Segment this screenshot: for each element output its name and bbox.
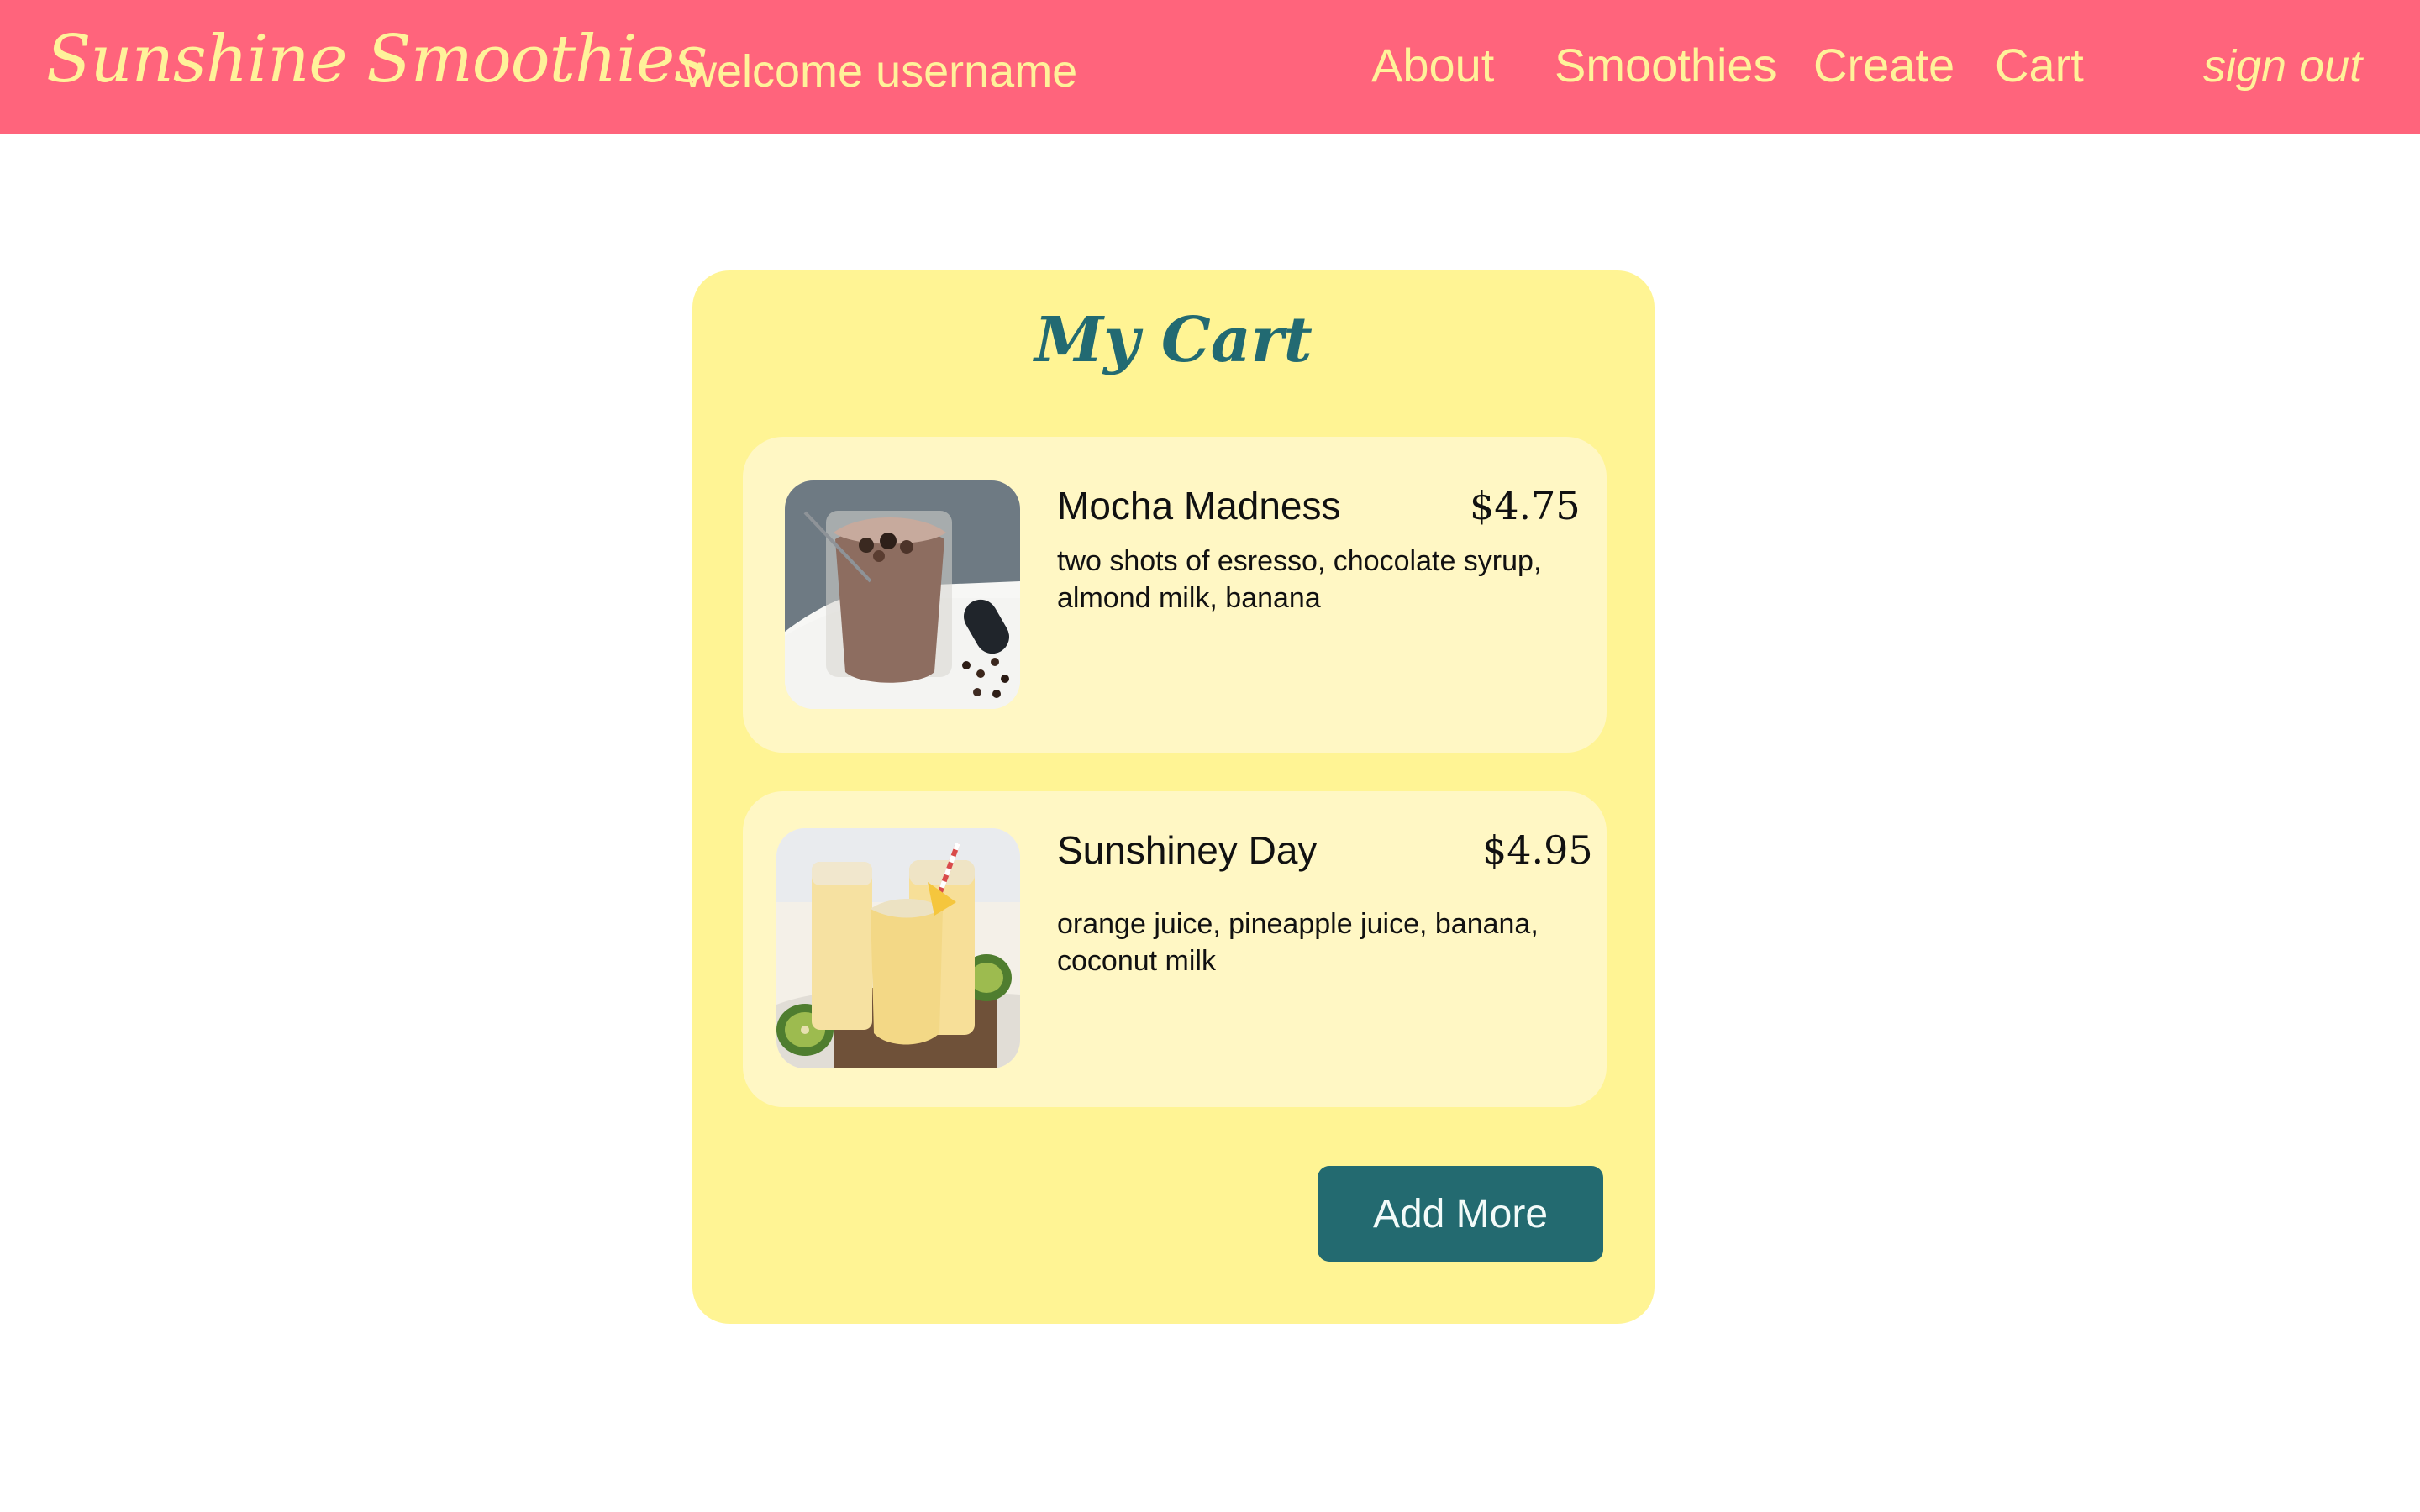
brand-logo[interactable]: Sunshine Smoothies — [46, 27, 708, 92]
item-description: orange juice, pineapple juice, banana, c… — [1057, 908, 1539, 977]
nav-link-create[interactable]: Create — [1813, 42, 1954, 89]
top-navbar: Sunshine Smoothies welcome username Abou… — [0, 0, 2420, 134]
add-more-button[interactable]: Add More — [1318, 1166, 1603, 1262]
item-price: $4.95 — [1482, 827, 1593, 873]
item-name: Sunshiney Day — [1057, 828, 1318, 872]
nav-link-smoothies[interactable]: Smoothies — [1555, 42, 1777, 89]
welcome-message: welcome username — [684, 46, 1078, 97]
nav-link-about[interactable]: About — [1371, 42, 1494, 89]
item-description: two shots of esresso, chocolate syrup, a… — [1057, 545, 1542, 614]
sunshiney-smoothie-illustration — [776, 828, 1020, 1068]
cart-title: My Cart — [1034, 304, 1313, 376]
cart-item: Mocha Madness $4.75 two shots of esresso… — [743, 437, 1607, 753]
nav-link-cart[interactable]: Cart — [1995, 42, 2084, 89]
item-price: $4.75 — [1470, 483, 1581, 528]
item-name: Mocha Madness — [1057, 484, 1341, 528]
cart-item: Sunshiney Day $4.95 orange juice, pineap… — [743, 791, 1607, 1107]
mocha-smoothie-illustration — [785, 480, 1020, 709]
sign-out-link[interactable]: sign out — [2203, 44, 2362, 89]
sunshiney-day-image — [776, 828, 1020, 1068]
mocha-madness-image — [785, 480, 1020, 709]
cart-panel: My Cart Mocha Madness $4.75 two shots of… — [692, 270, 1655, 1324]
